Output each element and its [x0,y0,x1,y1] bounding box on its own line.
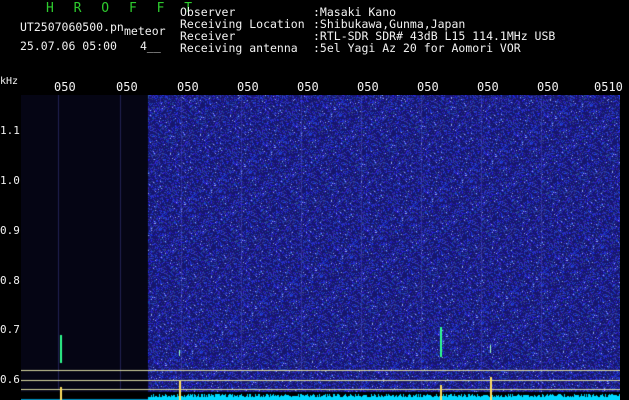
filename-label: UT2507060500.pn [20,20,124,34]
datetime-label: 25.07.06 05:00 [20,39,117,53]
y-axis-unit: kHz [0,76,19,87]
hrofft-window: H R O F F T UT2507060500.pn meteor 25.07… [0,0,629,400]
time-tick: 050 [54,80,76,94]
waterfall-spectrogram[interactable] [21,95,620,400]
time-tick: 050 [297,80,319,94]
y-tick-label: 1.0 [0,174,20,187]
time-tick: 050 [357,80,379,94]
y-tick-label: 0.9 [0,224,20,237]
meteor-count: 4__ [140,39,161,53]
spectrogram-canvas [21,95,620,400]
time-tick: 050 [537,80,559,94]
time-tick: 050 [417,80,439,94]
time-tick: 050 [116,80,138,94]
y-tick-label: 0.6 [0,373,20,386]
time-tick: 050 [237,80,259,94]
y-tick-label: 0.7 [0,323,20,336]
meteor-label: meteor [124,24,166,38]
antenna-label: Receiving antenna [180,41,298,55]
time-tick: 0510 [594,80,623,94]
antenna-value: :5el Yagi Az 20 for Aomori VOR [313,41,521,55]
y-tick-label: 1.1 [0,124,20,137]
app-title: H R O F F T [46,1,199,16]
time-tick: 050 [477,80,499,94]
y-tick-label: 0.8 [0,274,20,287]
time-tick: 050 [177,80,199,94]
